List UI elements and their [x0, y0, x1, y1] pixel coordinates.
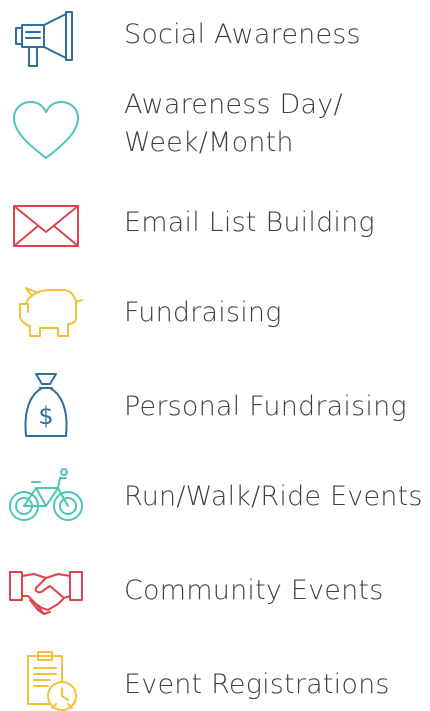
list-item: Fundraising [0, 280, 430, 350]
megaphone-icon [6, 6, 86, 67]
list-item: Community Events [0, 556, 430, 626]
item-label-line-1: Awareness Day/ [124, 89, 343, 120]
heart-icon [6, 100, 86, 160]
item-label: Awareness Day/ Week/Month [124, 86, 343, 162]
bicycle-icon [6, 468, 86, 528]
item-label: Fundraising [124, 297, 282, 328]
list-item: Awareness Day/ Week/Month [0, 80, 430, 180]
list-item: Event Registrations [0, 646, 430, 711]
item-label: Email List Building [124, 207, 375, 238]
item-label: Social Awareness [124, 19, 361, 50]
item-label: Event Registrations [124, 669, 390, 700]
list-item: Email List Building [0, 190, 430, 260]
item-label-line-2: Week/Month [124, 127, 294, 158]
list-item: $ Personal Fundraising [0, 368, 430, 448]
envelope-icon [6, 194, 86, 254]
item-label: Community Events [124, 575, 384, 606]
item-label: Run/Walk/Ride Events [124, 481, 423, 512]
money-bag-icon: $ [6, 373, 86, 437]
handshake-icon [6, 560, 86, 620]
svg-text:$: $ [38, 402, 53, 430]
list-item: Run/Walk/Ride Events [0, 462, 430, 532]
clipboard-clock-icon [6, 650, 86, 711]
piggy-bank-icon [6, 282, 86, 342]
item-label: Personal Fundraising [124, 391, 407, 422]
list-item: Social Awareness [0, 0, 430, 70]
